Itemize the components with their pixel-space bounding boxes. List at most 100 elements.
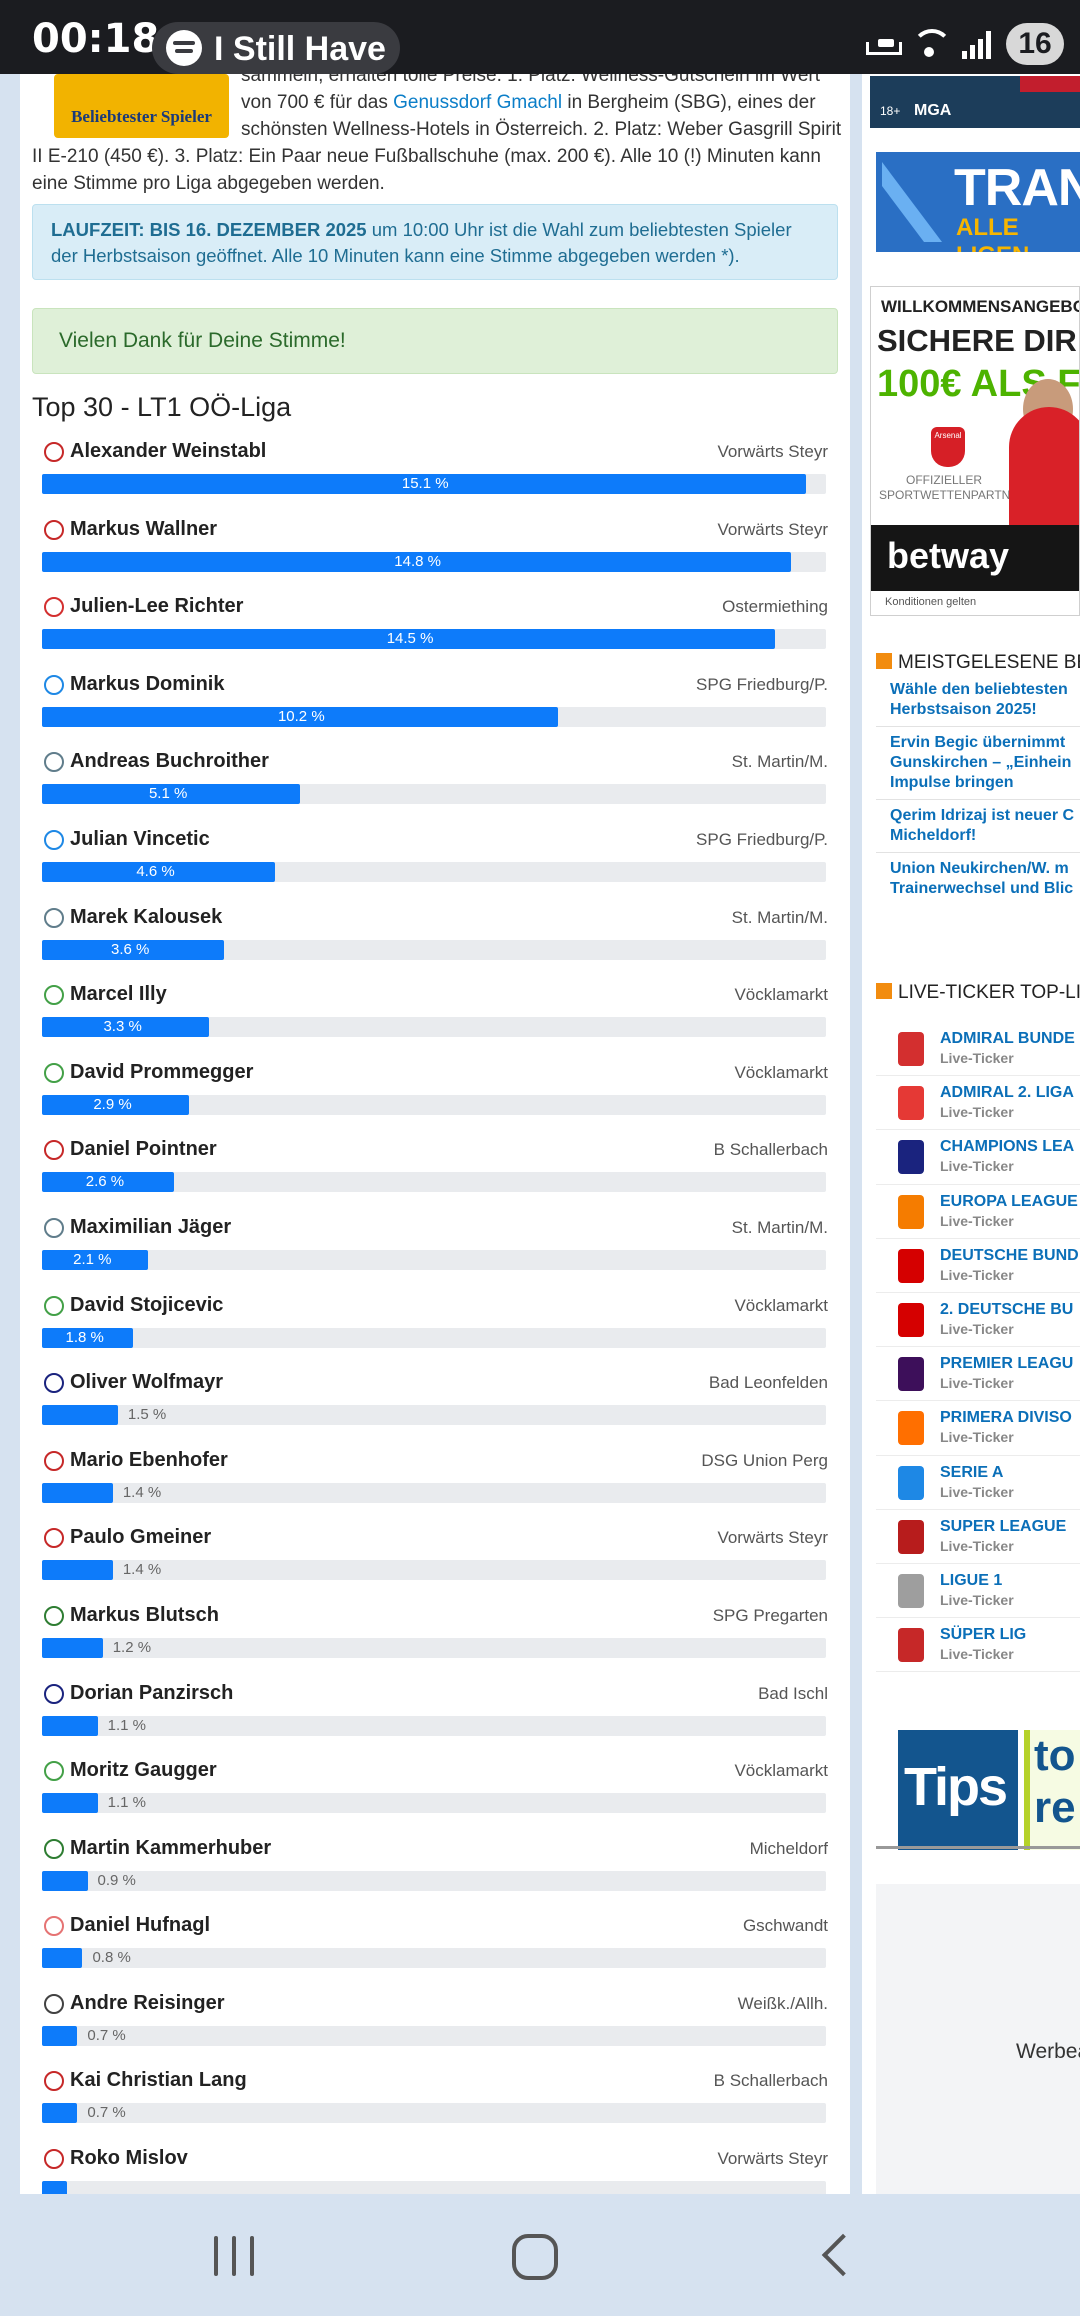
live-ticker-item[interactable]: SERIE A Live-Ticker bbox=[876, 1456, 1080, 1510]
live-ticker-item[interactable]: PRIMERA DIVISO Live-Ticker bbox=[876, 1401, 1080, 1456]
player-row[interactable]: Andreas Buchroither St. Martin/M. 5.1 % bbox=[42, 746, 832, 824]
player-row[interactable]: Marcel Illy Vöcklamarkt 3.3 % bbox=[42, 979, 832, 1057]
league-logo-icon bbox=[898, 1411, 924, 1446]
vote-bar-track: 2.1 % bbox=[42, 1249, 826, 1270]
home-button[interactable] bbox=[512, 2234, 558, 2280]
player-row[interactable]: Paulo Gmeiner Vorwärts Steyr 1.4 % bbox=[42, 1522, 832, 1600]
most-read-line: Trainerwechsel und Blic bbox=[890, 880, 1074, 897]
club-logo-icon bbox=[44, 1838, 64, 1859]
player-row[interactable]: Markus Wallner Vorwärts Steyr 14.8 % bbox=[42, 514, 832, 592]
runtime-info-box: LAUFZEIT: BIS 16. DEZEMBER 2025 um 10:00… bbox=[32, 204, 838, 280]
player-row[interactable]: Alexander Weinstabl Vorwärts Steyr 15.1 % bbox=[42, 436, 832, 514]
vote-bar-track: 2.9 % bbox=[42, 1094, 826, 1115]
club-name: St. Martin/M. bbox=[731, 1217, 828, 1237]
vote-percent-label: 1.4 % bbox=[122, 1561, 162, 1579]
vote-bar-track: 15.1 % bbox=[42, 474, 826, 494]
vote-percent-label: 0.7 % bbox=[87, 2104, 126, 2122]
club-name: Micheldorf bbox=[749, 1838, 828, 1858]
live-ticker-item[interactable]: EUROPA LEAGUE Live-Ticker bbox=[876, 1185, 1080, 1239]
most-read-item[interactable]: Wähle den beliebtesten Herbstsaison 2025! bbox=[876, 674, 1080, 727]
league-name: DEUTSCHE BUND bbox=[940, 1246, 1079, 1264]
media-pill[interactable]: I Still Have bbox=[152, 22, 400, 74]
club-logo-icon bbox=[44, 1761, 64, 1782]
intro-text: Beliebtester Spieler sammeln, erhalten t… bbox=[32, 74, 847, 197]
player-row[interactable]: David Stojicevic Vöcklamarkt 1.8 % bbox=[42, 1290, 832, 1368]
mga-ad-banner[interactable]: 18+ MGA bbox=[870, 76, 1080, 128]
most-read-line: Union Neukirchen/W. m bbox=[890, 860, 1069, 877]
arrow-icon bbox=[882, 162, 942, 242]
player-row[interactable]: Oliver Wolfmayr Bad Leonfelden 1.5 % bbox=[42, 1367, 832, 1445]
most-read-item[interactable]: Union Neukirchen/W. m Trainerwechsel und … bbox=[876, 853, 1080, 905]
league-sub-label: Live-Ticker bbox=[940, 1158, 1014, 1175]
signal-icon bbox=[962, 29, 992, 59]
player-row[interactable]: Moritz Gaugger Vöcklamarkt 1.1 % bbox=[42, 1755, 832, 1833]
live-ticker-item[interactable]: SÜPER LIG Live-Ticker bbox=[876, 1618, 1080, 1673]
player-name: David Stojicevic bbox=[70, 1293, 224, 1316]
player-name: Alexander Weinstabl bbox=[70, 440, 267, 462]
club-logo-icon bbox=[44, 519, 64, 540]
live-ticker-item[interactable]: PREMIER LEAGU Live-Ticker bbox=[876, 1347, 1080, 1402]
player-name: Daniel Pointner bbox=[70, 1138, 217, 1161]
club-logo-icon bbox=[44, 597, 64, 618]
player-row[interactable]: Roko Mislov Vorwärts Steyr bbox=[42, 2143, 832, 2194]
league-name: PRIMERA DIVISO bbox=[940, 1409, 1072, 1427]
player-row[interactable]: Julien-Lee Richter Ostermiething 14.5 % bbox=[42, 591, 832, 669]
live-ticker-item[interactable]: ADMIRAL BUNDE Live-Ticker bbox=[876, 1022, 1080, 1077]
live-ticker-item[interactable]: LIGUE 1 Live-Ticker bbox=[876, 1564, 1080, 1619]
vote-percent-label: 2.1 % bbox=[73, 1250, 112, 1268]
live-ticker-title: LIVE-TICKER TOP-LIGE bbox=[898, 982, 1080, 1003]
player-row[interactable]: Marek Kalousek St. Martin/M. 3.6 % bbox=[42, 902, 832, 980]
club-name: SPG Friedburg/P. bbox=[696, 674, 828, 694]
player-row[interactable]: Daniel Hufnagl Gschwandt 0.8 % bbox=[42, 1910, 832, 1988]
live-ticker-item[interactable]: 2. DEUTSCHE BU Live-Ticker bbox=[876, 1293, 1080, 1348]
vote-percent-label: 1.2 % bbox=[112, 1638, 152, 1656]
player-row[interactable]: David Prommegger Vöcklamarkt 2.9 % bbox=[42, 1057, 832, 1135]
player-row[interactable]: Markus Dominik SPG Friedburg/P. 10.2 % bbox=[42, 669, 832, 747]
divider bbox=[876, 1846, 1080, 1849]
player-row[interactable]: Markus Blutsch SPG Pregarten 1.2 % bbox=[42, 1600, 832, 1678]
club-name: B Schallerbach bbox=[713, 1140, 828, 1160]
genussdorf-link[interactable]: Genussdorf Gmachl bbox=[393, 92, 562, 113]
vote-percent-label: 4.6 % bbox=[136, 862, 175, 880]
player-row[interactable]: Martin Kammerhuber Micheldorf 0.9 % bbox=[42, 1833, 832, 1911]
player-row[interactable]: Kai Christian Lang B Schallerbach 0.7 % bbox=[42, 2065, 832, 2143]
live-ticker-item[interactable]: ADMIRAL 2. LIGA Live-Ticker bbox=[876, 1076, 1080, 1131]
live-ticker-item[interactable]: DEUTSCHE BUND Live-Ticker bbox=[876, 1239, 1080, 1293]
club-logo-icon bbox=[44, 985, 64, 1006]
league-name: SÜPER LIG bbox=[940, 1626, 1027, 1644]
vote-bar-track: 14.8 % bbox=[42, 551, 826, 572]
tips-ad[interactable]: Tips to re bbox=[876, 1714, 1080, 1904]
club-logo-icon bbox=[44, 1140, 64, 1161]
recent-apps-button[interactable] bbox=[214, 2236, 254, 2276]
vote-bar-fill bbox=[42, 1405, 118, 1426]
vote-percent-label: 0.8 % bbox=[92, 1949, 131, 1967]
club-name: Vorwärts Steyr bbox=[717, 442, 828, 461]
player-row[interactable]: Julian Vincetic SPG Friedburg/P. 4.6 % bbox=[42, 824, 832, 902]
live-ticker-item[interactable]: CHAMPIONS LEA Live-Ticker bbox=[876, 1130, 1080, 1185]
player-row[interactable]: Dorian Panzirsch Bad Ischl 1.1 % bbox=[42, 1678, 832, 1756]
live-ticker-item[interactable]: SUPER LEAGUE Live-Ticker bbox=[876, 1510, 1080, 1564]
club-name: St. Martin/M. bbox=[731, 907, 828, 927]
club-logo-icon bbox=[44, 1916, 64, 1937]
main-content: Beliebtester Spieler sammeln, erhalten t… bbox=[20, 74, 850, 2194]
league-name: SERIE A bbox=[940, 1463, 1004, 1481]
transfer-ad-banner[interactable]: TRANS ALLE LIGEN bbox=[876, 152, 1080, 252]
player-name: David Prommegger bbox=[70, 1060, 254, 1083]
player-row[interactable]: Maximilian Jäger St. Martin/M. 2.1 % bbox=[42, 1212, 832, 1290]
club-name: Vöcklamarkt bbox=[734, 1761, 828, 1781]
club-name: Vorwärts Steyr bbox=[717, 1528, 828, 1548]
back-button[interactable] bbox=[821, 2233, 865, 2277]
betway-ad[interactable]: WILLKOMMENSANGEBOT SICHERE DIR BIS 100€ … bbox=[870, 286, 1080, 616]
most-read-line: Wähle den beliebtesten bbox=[890, 681, 1068, 698]
league-logo-icon bbox=[898, 1086, 924, 1121]
most-read-item[interactable]: Qerim Idrizaj ist neuer C Micheldorf! bbox=[876, 800, 1080, 853]
player-row[interactable]: Mario Ebenhofer DSG Union Perg 1.4 % bbox=[42, 1445, 832, 1523]
most-read-title: MEISTGELESENE BEIT bbox=[898, 652, 1080, 673]
league-name: LIGUE 1 bbox=[940, 1571, 1003, 1589]
player-ranking-list: Alexander Weinstabl Vorwärts Steyr 15.1 % M… bbox=[42, 436, 832, 2194]
status-bar: 00:18 I Still Have 16 bbox=[0, 0, 1080, 74]
league-sub-label: Live-Ticker bbox=[940, 1646, 1014, 1663]
player-row[interactable]: Andre Reisinger Weißk./Allh. 0.7 % bbox=[42, 1988, 832, 2066]
player-row[interactable]: Daniel Pointner B Schallerbach 2.6 % bbox=[42, 1134, 832, 1212]
most-read-item[interactable]: Ervin Begic übernimmt Gunskirchen – „Einh… bbox=[876, 727, 1080, 800]
